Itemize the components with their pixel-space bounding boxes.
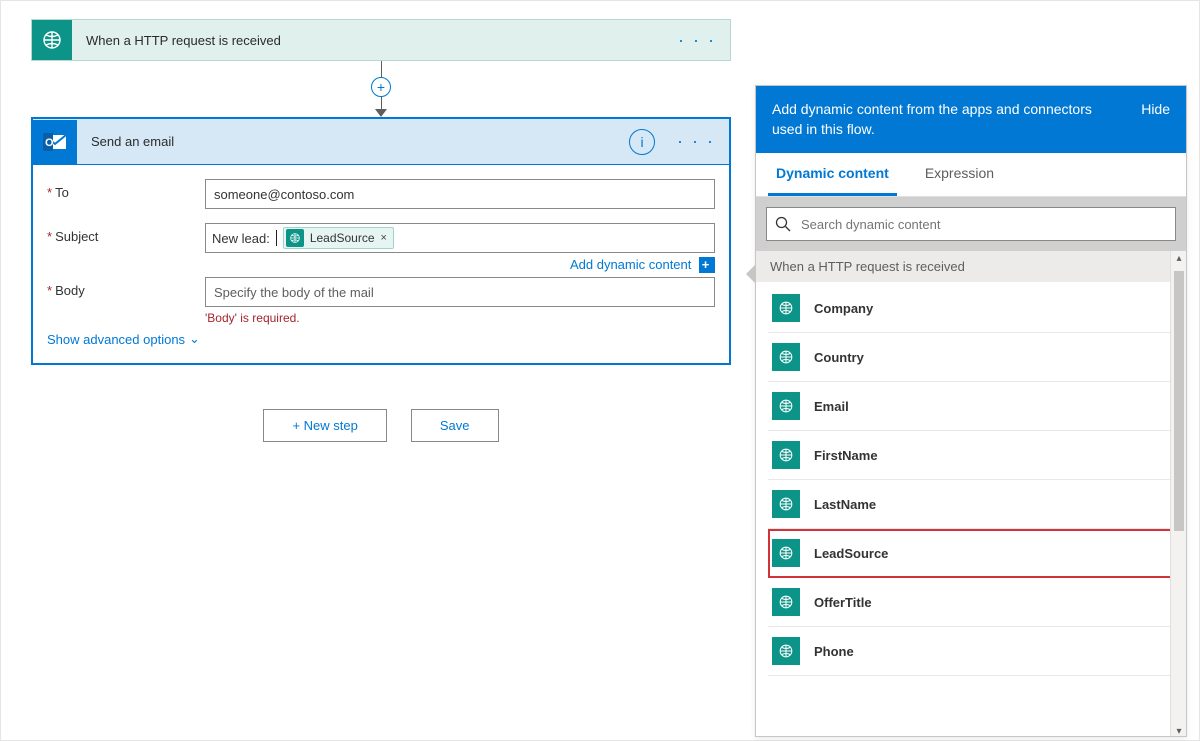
http-globe-icon: [32, 20, 72, 60]
dynamic-item-company[interactable]: Company: [768, 284, 1174, 333]
dynamic-item-label: FirstName: [814, 448, 878, 463]
leadsource-token[interactable]: LeadSource ×: [283, 227, 394, 249]
body-label: *Body: [47, 277, 205, 298]
send-email-title: Send an email: [77, 134, 629, 149]
search-input[interactable]: [799, 216, 1167, 233]
dynamic-item-label: Email: [814, 399, 849, 414]
connector-arrow: +: [31, 61, 731, 117]
body-input[interactable]: [205, 277, 715, 307]
add-dynamic-content-link[interactable]: Add dynamic content +: [205, 257, 715, 273]
tab-expression[interactable]: Expression: [917, 153, 1002, 196]
subject-prefix-text: New lead:: [212, 231, 270, 246]
subject-input[interactable]: New lead: LeadSource ×: [205, 223, 715, 253]
tab-dynamic-content[interactable]: Dynamic content: [768, 153, 897, 196]
dynamic-item-label: Company: [814, 301, 873, 316]
dynamic-item-label: LastName: [814, 497, 876, 512]
add-step-inline-button[interactable]: +: [371, 77, 391, 97]
to-input[interactable]: [205, 179, 715, 209]
scrollbar[interactable]: ▴ ▾: [1170, 251, 1186, 736]
search-dynamic-content[interactable]: [766, 207, 1176, 241]
dynamic-panel-header: Add dynamic content from the apps and co…: [772, 100, 1092, 139]
send-email-card: O Send an email i · · · *To *Subject New…: [31, 117, 731, 365]
scroll-up-icon[interactable]: ▴: [1175, 253, 1183, 261]
search-icon: [775, 216, 791, 232]
hide-panel-link[interactable]: Hide: [1133, 100, 1170, 120]
token-label: LeadSource: [310, 231, 375, 245]
trigger-title: When a HTTP request is received: [72, 33, 664, 48]
dynamic-item-email[interactable]: Email: [768, 382, 1174, 431]
dynamic-content-panel: Add dynamic content from the apps and co…: [755, 85, 1187, 737]
dynamic-item-firstname[interactable]: FirstName: [768, 431, 1174, 480]
dynamic-item-offertitle[interactable]: OfferTitle: [768, 578, 1174, 627]
dynamic-item-country[interactable]: Country: [768, 333, 1174, 382]
trigger-more-icon[interactable]: · · ·: [664, 30, 730, 51]
globe-icon: [772, 490, 800, 518]
globe-icon: [772, 637, 800, 665]
globe-icon: [772, 588, 800, 616]
globe-icon: [772, 539, 800, 567]
globe-icon: [772, 294, 800, 322]
chevron-down-icon: ⌄: [189, 331, 200, 347]
dynamic-section-title: When a HTTP request is received: [756, 251, 1186, 282]
dynamic-item-leadsource[interactable]: LeadSource: [768, 529, 1174, 578]
globe-icon: [772, 343, 800, 371]
save-button[interactable]: Save: [411, 409, 499, 442]
dynamic-item-label: Phone: [814, 644, 854, 659]
show-advanced-options-link[interactable]: Show advanced options ⌄: [47, 331, 200, 347]
svg-text:O: O: [45, 137, 54, 149]
outlook-icon: O: [33, 120, 77, 164]
token-globe-icon: [286, 229, 304, 247]
trigger-card[interactable]: When a HTTP request is received · · ·: [31, 19, 731, 61]
info-icon[interactable]: i: [629, 129, 655, 155]
send-email-more-icon[interactable]: · · ·: [663, 131, 729, 152]
body-error-text: 'Body' is required.: [205, 311, 715, 325]
dynamic-item-lastname[interactable]: LastName: [768, 480, 1174, 529]
globe-icon: [772, 441, 800, 469]
dynamic-item-label: Country: [814, 350, 864, 365]
token-remove-icon[interactable]: ×: [381, 232, 387, 244]
text-cursor: [276, 230, 277, 246]
new-step-button[interactable]: + New step: [263, 409, 386, 442]
send-email-header[interactable]: O Send an email i · · ·: [33, 119, 729, 165]
globe-icon: [772, 392, 800, 420]
scroll-thumb[interactable]: [1174, 271, 1184, 531]
dynamic-item-phone[interactable]: Phone: [768, 627, 1174, 676]
subject-label: *Subject: [47, 223, 205, 244]
to-label: *To: [47, 179, 205, 200]
dynamic-item-label: OfferTitle: [814, 595, 872, 610]
plus-icon: +: [699, 257, 715, 273]
dynamic-item-label: LeadSource: [814, 546, 888, 561]
scroll-down-icon[interactable]: ▾: [1175, 726, 1183, 734]
